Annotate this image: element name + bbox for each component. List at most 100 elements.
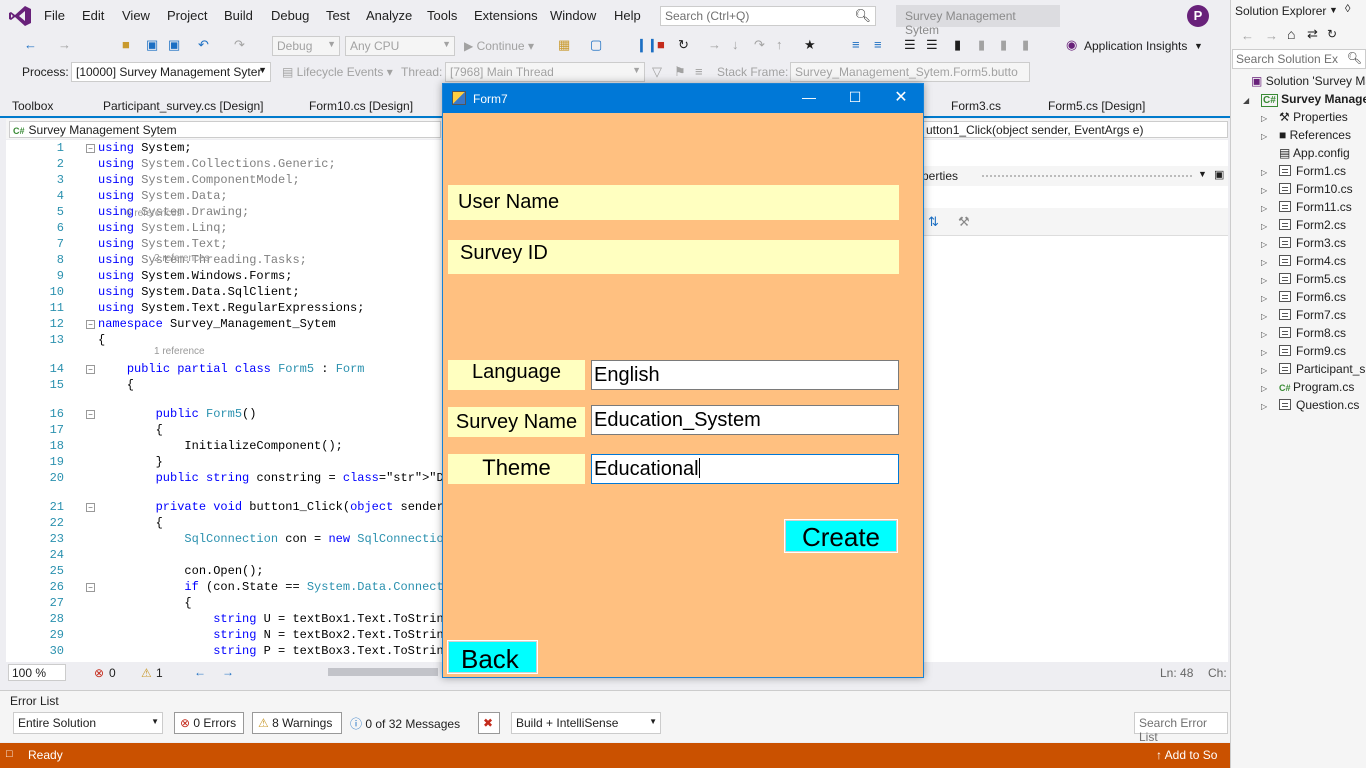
filter-icon[interactable]: ▽ [652,64,662,80]
step-over-icon[interactable]: ↷ [754,37,765,53]
code-line[interactable]: { [98,596,191,610]
pause-icon[interactable]: ❙❙ [636,37,658,53]
restart-icon[interactable]: ↻ [678,37,689,53]
error-search-input[interactable]: Search Error List [1134,712,1228,744]
solution-item[interactable]: Form3.cs [1279,236,1346,250]
pin-icon[interactable]: ◊ [1345,3,1350,15]
language-field[interactable]: English [591,360,899,390]
solution-search-input[interactable]: Search Solution Ex 🔍︎ [1232,49,1366,69]
code-line[interactable]: using System.Windows.Forms; [98,269,292,283]
code-line[interactable]: using System.Text.RegularExpressions; [98,301,364,315]
collapse-icon[interactable]: − [86,365,95,374]
solution-item[interactable]: Form7.cs [1279,308,1346,322]
back-button[interactable]: Back [447,640,538,674]
theme-field[interactable]: Educational [591,454,899,484]
code-line[interactable]: public partial class Form5 : Form [98,362,365,376]
menu-debug[interactable]: Debug [271,8,309,23]
outdent-icon[interactable]: ☰ [926,37,938,53]
home-icon[interactable]: ⌂ [1287,26,1295,42]
solution-item[interactable]: Participant_s [1279,362,1365,376]
codelens-references[interactable]: 1 reference [154,346,205,357]
code-line[interactable]: string N = textBox2.Text.ToString [98,628,451,642]
solution-node[interactable]: ▣ Solution 'Survey Ma [1251,74,1366,88]
forward-nav-icon[interactable]: → [222,665,234,679]
code-line[interactable]: con.Open(); [98,564,263,578]
expanded-icon[interactable]: ◢ [1243,96,1249,105]
expand-icon[interactable]: ▷ [1261,132,1267,141]
indent-icon[interactable]: ☰ [904,37,916,53]
expand-icon[interactable]: ▷ [1261,222,1267,231]
solution-item[interactable]: ■ References [1279,128,1351,142]
code-line[interactable]: using System; [98,141,192,155]
open-icon[interactable]: ■ [122,37,130,52]
solution-item[interactable]: Form6.cs [1279,290,1346,304]
code-line[interactable]: using System.Data; [98,189,228,203]
tab-form10-design[interactable]: Form10.cs [Design] [309,99,413,113]
wrench-icon[interactable]: ⚒ [958,214,970,230]
save-all-icon[interactable]: ▣ [168,37,180,53]
code-line[interactable]: using System.Data.SqlClient; [98,285,300,299]
menu-window[interactable]: Window [550,8,596,23]
code-line[interactable]: { [98,333,105,347]
expand-icon[interactable]: ▷ [1261,114,1267,123]
back-nav-icon[interactable]: ← [194,665,206,679]
expand-icon[interactable]: ▷ [1261,294,1267,303]
menu-build[interactable]: Build [224,8,253,23]
chevron-down-icon[interactable]: ▼ [1198,169,1207,179]
tab-form3[interactable]: Form3.cs [951,99,1001,113]
stack-frame-combo[interactable]: Survey_Management_Sytem.Form5.butto [790,62,1030,82]
scope-combo[interactable]: Entire Solution ▼ [13,712,163,734]
menu-help[interactable]: Help [614,8,641,23]
collapse-icon[interactable]: − [86,503,95,512]
code-line[interactable]: using System.Linq; [98,221,228,235]
code-line[interactable]: string U = textBox1.Text.ToString [98,612,451,626]
code-editor[interactable]: 1 using System; −2 using System.Collections… [6,140,537,662]
messages-filter-button[interactable]: ⓘ 0 of 32 Messages [350,715,460,732]
flag-icon[interactable]: ⚑ [674,64,686,80]
next-bookmark-icon[interactable]: ▮ [1000,37,1007,53]
sort-alpha-icon[interactable]: ⇅ [928,214,939,230]
code-line[interactable]: SqlConnection con = new SqlConnection [98,532,450,546]
solution-item[interactable]: Form11.cs [1279,200,1352,214]
sync-icon[interactable]: ⇄ [1307,26,1318,42]
platform-combo[interactable]: Any CPU ▼ [345,36,455,56]
expand-icon[interactable]: ▷ [1261,402,1267,411]
tab-form5-design[interactable]: Form5.cs [Design] [1048,99,1145,113]
solution-item[interactable]: C# Program.cs [1279,380,1354,394]
errors-filter-button[interactable]: ⊗ 0 Errors [174,712,244,734]
solution-item[interactable]: Form10.cs [1279,182,1353,196]
member-combo[interactable]: utton1_Click(object sender, EventArgs e) [922,121,1228,138]
chevron-down-icon[interactable]: ▼ [1194,41,1203,51]
expand-icon[interactable]: ▷ [1261,330,1267,339]
forward-nav-icon[interactable]: → [58,37,71,52]
redo-icon[interactable]: ↷ [234,37,245,53]
menu-edit[interactable]: Edit [82,8,104,23]
uncomment-icon[interactable]: ≡ [874,37,882,52]
codelens-references[interactable]: 2 references [154,253,210,264]
expand-icon[interactable]: ▷ [1261,312,1267,321]
solution-item[interactable]: Question.cs [1279,398,1359,412]
collapse-icon[interactable]: ≡ [695,64,703,79]
lifecycle-events-button[interactable]: ▤ Lifecycle Events ▾ [282,65,393,79]
expand-icon[interactable]: ▷ [1261,384,1267,393]
process-icon[interactable]: ▦ [558,37,570,53]
step-icon[interactable]: → [708,37,721,52]
warning-count[interactable]: 1 [156,666,163,680]
create-button[interactable]: Create [784,519,898,553]
collapse-icon[interactable]: − [86,410,95,419]
collapse-icon[interactable]: − [86,144,95,153]
step-into-icon[interactable]: ↓ [732,37,739,52]
project-node[interactable]: C# Survey Manage [1261,92,1366,107]
menu-test[interactable]: Test [326,8,350,23]
code-line[interactable]: { [98,423,163,437]
solution-item[interactable]: Form9.cs [1279,344,1346,358]
expand-icon[interactable]: ▷ [1261,168,1267,177]
add-source-control-button[interactable]: ↑ Add to So [1156,748,1217,762]
clear-filter-icon[interactable]: ✖ [478,712,500,734]
warnings-filter-button[interactable]: ⚠ 8 Warnings [252,712,342,734]
collapse-icon[interactable]: − [86,583,95,592]
hot-reload-icon[interactable]: ★ [804,37,816,53]
step-out-icon[interactable]: ↑ [776,37,783,52]
survey-name-field[interactable]: Education_System [591,405,899,435]
undo-icon[interactable]: ↶ [198,37,209,53]
